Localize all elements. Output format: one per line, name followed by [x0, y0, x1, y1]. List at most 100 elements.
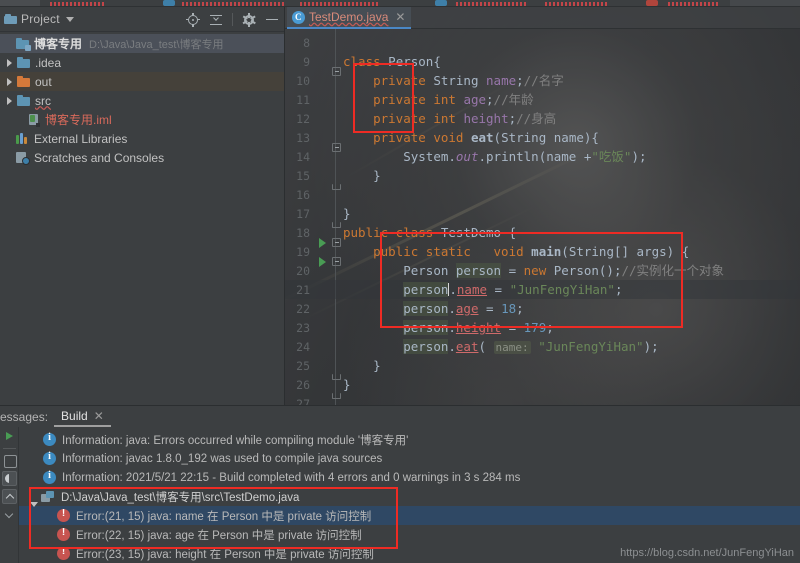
tab-build[interactable]: Build ✕: [54, 409, 111, 427]
build-info-row[interactable]: Information: javac 1.8.0_192 was used to…: [19, 449, 800, 468]
code-line[interactable]: 25 }: [285, 356, 800, 380]
editor-tab-label: TestDemo.java: [309, 10, 389, 24]
project-panel-toolbar: [186, 7, 279, 32]
stop-box-icon[interactable]: [2, 453, 17, 468]
code-line[interactable]: 15 }: [285, 166, 800, 190]
code-line-text: private int height;//身高: [373, 111, 557, 126]
toolbar-divider: [232, 13, 233, 26]
tree-node-external-libraries[interactable]: External Libraries: [0, 129, 284, 148]
folder-icon: [16, 75, 31, 88]
code-line[interactable]: 12 private int height;//身高: [285, 109, 800, 128]
code-line[interactable]: 9 class Person{: [285, 52, 800, 76]
project-tool-window[interactable]: Project 博客专用 D:\Java\Java_test\博客专用 .ide…: [0, 7, 285, 405]
line-number: 19: [296, 244, 310, 259]
code-line-text: person.eat( name: "JunFengYiHan");: [403, 338, 659, 354]
project-tree[interactable]: 博客专用 D:\Java\Java_test\博客专用 .idea out sr…: [0, 32, 284, 167]
code-line[interactable]: 18 public class TestDemo {: [285, 223, 800, 248]
code-line-text: Person person = new Person();//实例化一个对象: [403, 263, 725, 278]
code-line[interactable]: 24 person.eat( name: "JunFengYiHan");: [285, 337, 800, 356]
editor-tab-testdemo[interactable]: C TestDemo.java ✕: [287, 7, 412, 29]
build-error-row[interactable]: Error:(22, 15) java: age 在 Person 中是 pri…: [19, 525, 800, 544]
error-icon: [57, 508, 70, 522]
tree-node-label: 博客专用.iml: [45, 113, 112, 127]
tree-node-label: External Libraries: [34, 131, 128, 146]
build-panel-body: Information: java: Errors occurred while…: [0, 427, 800, 563]
tree-node-out[interactable]: out: [0, 72, 284, 91]
code-line[interactable]: 19 public static void main(String[] args…: [285, 242, 800, 267]
code-line[interactable]: 26}: [285, 375, 800, 399]
close-icon[interactable]: ✕: [395, 11, 405, 23]
tree-node-label: Scratches and Consoles: [34, 150, 165, 165]
code-line[interactable]: 17}: [285, 204, 800, 228]
code-line-text: System.out.println(name +"吃饭");: [403, 149, 647, 164]
code-line[interactable]: 8: [285, 33, 800, 52]
minimize-icon[interactable]: [265, 13, 279, 27]
build-message-text: Error:(22, 15) java: age 在 Person 中是 pri…: [76, 529, 362, 542]
error-icon: [57, 527, 70, 541]
tree-node-path: D:\Java\Java_test\博客专用: [89, 38, 224, 51]
locate-icon[interactable]: [186, 12, 200, 27]
libraries-icon: [15, 132, 30, 145]
line-number: 18: [296, 225, 310, 240]
toggle-half-icon[interactable]: [1, 471, 17, 486]
build-info-row[interactable]: Information: java: Errors occurred while…: [19, 430, 800, 449]
line-number: 11: [296, 92, 310, 107]
gear-icon[interactable]: [242, 12, 256, 27]
tree-node-idea[interactable]: .idea: [0, 53, 284, 72]
code-line[interactable]: 16: [285, 185, 800, 204]
close-icon[interactable]: ✕: [94, 410, 104, 422]
tree-node-iml-file[interactable]: 博客专用.iml: [0, 110, 284, 129]
collapse-all-icon[interactable]: [209, 13, 223, 27]
code-line-text: public static void main(String[] args) {: [373, 244, 690, 259]
code-line[interactable]: 13 private void eat(String name){: [285, 128, 800, 152]
module-icon: [15, 37, 31, 51]
build-info-row[interactable]: Information: 2021/5/21 22:15 - Build com…: [19, 468, 800, 487]
build-message-text: D:\Java\Java_test\博客专用\src\TestDemo.java: [61, 491, 300, 504]
line-number: 16: [296, 187, 310, 202]
build-tool-window[interactable]: essages: Build ✕ Information: java: Erro…: [0, 405, 800, 563]
build-file-row[interactable]: D:\Java\Java_test\博客专用\src\TestDemo.java: [19, 487, 800, 507]
code-line[interactable]: 20 Person person = new Person();//实例化一个对…: [285, 261, 800, 280]
tree-node-label: 博客专用: [34, 37, 83, 51]
tree-node-module-root[interactable]: 博客专用 D:\Java\Java_test\博客专用: [0, 34, 284, 53]
chevron-right-icon[interactable]: [4, 76, 15, 87]
code-line-text: private void eat(String name){: [373, 130, 599, 145]
code-line-text: private int age;//年龄: [373, 92, 534, 107]
code-editor[interactable]: 8 9 class Person{10 private String name;//…: [285, 29, 800, 405]
code-line[interactable]: 10 private String name;//名字: [285, 71, 800, 90]
code-line-text: person.name = "JunFengYiHan";: [403, 282, 623, 297]
line-number: 12: [296, 111, 310, 126]
line-number: 22: [296, 301, 310, 316]
code-line[interactable]: 27: [285, 394, 800, 406]
build-error-row[interactable]: Error:(21, 15) java: name 在 Person 中是 pr…: [19, 506, 800, 525]
code-line[interactable]: 23 person.height = 179;: [285, 318, 800, 337]
code-line-text: person.height = 179;: [403, 320, 554, 335]
build-message-text: Information: javac 1.8.0_192 was used to…: [62, 452, 383, 465]
build-vertical-toolbar: [0, 427, 19, 563]
expand-up-icon[interactable]: [1, 489, 17, 504]
collapse-down-icon[interactable]: [2, 507, 17, 522]
line-number: 10: [296, 73, 310, 88]
build-message-text: Information: java: Errors occurred while…: [62, 434, 409, 447]
line-number: 8: [303, 35, 310, 50]
code-line[interactable]: 21 person.name = "JunFengYiHan";: [285, 280, 800, 299]
run-icon[interactable]: [2, 429, 17, 444]
editor-area: C TestDemo.java ✕ 8 9 class Person{10 priv…: [285, 7, 800, 405]
chevron-down-icon[interactable]: [65, 16, 74, 22]
project-icon: [4, 12, 18, 26]
folder-icon: [16, 56, 31, 69]
build-tab-label: Build: [61, 409, 88, 423]
code-line[interactable]: 11 private int age;//年龄: [285, 90, 800, 109]
code-line[interactable]: 22 person.age = 18;: [285, 299, 800, 318]
tree-node-scratches[interactable]: Scratches and Consoles: [0, 148, 284, 167]
chevron-right-icon[interactable]: [4, 95, 15, 106]
code-line-text: }: [343, 206, 351, 221]
line-number: 27: [296, 396, 310, 406]
build-message-list[interactable]: Information: java: Errors occurred while…: [19, 427, 800, 563]
watermark-text: https://blog.csdn.net/JunFengYiHan: [620, 547, 794, 559]
line-number: 21: [296, 282, 310, 297]
tree-node-src[interactable]: src: [0, 91, 284, 110]
code-line[interactable]: 14 System.out.println(name +"吃饭");: [285, 147, 800, 166]
info-icon: [43, 451, 56, 465]
chevron-right-icon[interactable]: [4, 57, 15, 68]
